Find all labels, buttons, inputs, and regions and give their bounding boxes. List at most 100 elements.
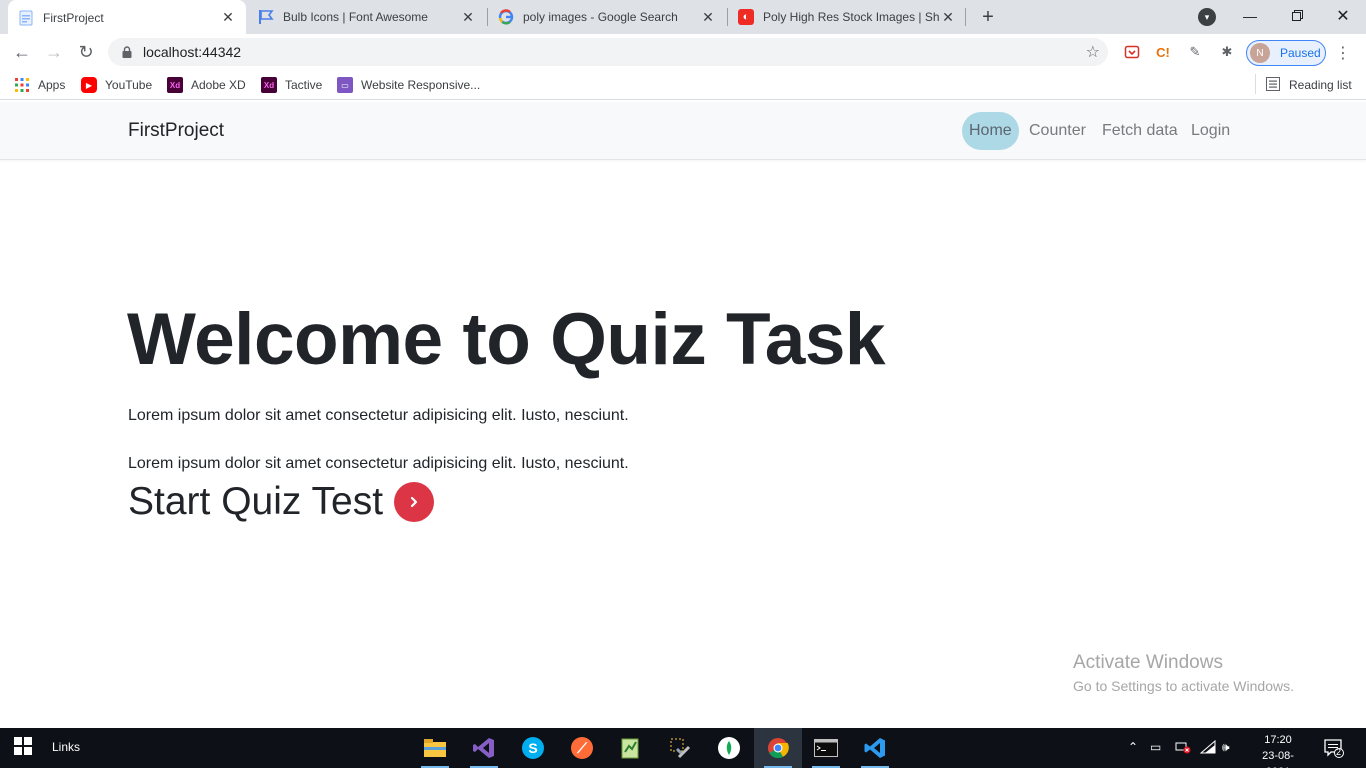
reading-list-button[interactable]: Reading list — [1266, 76, 1352, 94]
reading-list-label: Reading list — [1289, 78, 1352, 92]
chrome-icon[interactable] — [764, 734, 792, 768]
bookmark-label: YouTube — [105, 78, 153, 92]
tab-title: FirstProject — [43, 10, 104, 25]
profile-button[interactable]: N Paused — [1246, 40, 1326, 66]
wifi-icon[interactable] — [1199, 739, 1216, 757]
bookmark-website-responsive[interactable]: ▭ Website Responsive... — [337, 76, 480, 94]
address-text: localhost:44342 — [143, 44, 242, 60]
bookmark-apps[interactable]: Apps — [14, 76, 65, 94]
flag-icon — [258, 9, 274, 25]
vscode-icon[interactable] — [861, 734, 889, 768]
nav-counter[interactable]: Counter — [1022, 112, 1093, 150]
youtube-icon: ▶ — [81, 77, 97, 93]
forward-button[interactable]: → — [40, 38, 68, 66]
watermark-subtitle: Go to Settings to activate Windows. — [1073, 678, 1294, 694]
system-clock[interactable]: 17:20 23-08-2021 — [1252, 732, 1304, 768]
mongodb-compass-icon[interactable] — [715, 734, 743, 762]
notification-center-button[interactable]: 2 — [1324, 738, 1344, 758]
page-content: FirstProject Home Counter Fetch data Log… — [0, 102, 1366, 728]
minimize-button[interactable]: — — [1227, 0, 1273, 32]
reload-button[interactable]: ↻ — [72, 38, 100, 66]
close-icon: ✕ — [1336, 8, 1350, 25]
clock-date: 23-08-2021 — [1262, 750, 1294, 768]
tab-title: Bulb Icons | Font Awesome — [283, 10, 428, 24]
windows-start-button[interactable] — [0, 728, 46, 768]
close-icon[interactable]: ✕ — [220, 9, 236, 26]
close-window-button[interactable]: ✕ — [1320, 0, 1366, 32]
file-explorer-icon[interactable] — [421, 734, 449, 768]
build-tools-icon[interactable] — [666, 734, 694, 762]
document-icon — [18, 10, 34, 26]
adobe-xd-icon: Xd — [167, 77, 183, 93]
close-icon[interactable]: ✕ — [940, 9, 956, 25]
postman-icon[interactable]: ⟋ — [568, 734, 596, 762]
tab-poly-stock[interactable]: ◐ Poly High Res Stock Images | Shu ✕ — [728, 0, 966, 34]
activate-windows-watermark: Activate Windows Go to Settings to activ… — [1073, 652, 1294, 694]
divider — [1255, 74, 1256, 94]
new-tab-button[interactable]: + — [976, 5, 1000, 29]
apps-grid-icon — [14, 77, 30, 93]
chevron-right-icon — [409, 492, 419, 513]
page-title: Welcome to Quiz Task — [127, 299, 886, 380]
start-quiz: Start Quiz Test — [128, 480, 435, 524]
restore-button[interactable] — [1274, 0, 1320, 32]
nav-home[interactable]: Home — [962, 112, 1019, 150]
skype-icon[interactable]: S — [519, 734, 547, 762]
visual-studio-icon[interactable] — [470, 734, 498, 768]
watermark-title: Activate Windows — [1073, 652, 1223, 673]
tab-title: Poly High Res Stock Images | Shu — [763, 10, 940, 24]
reload-icon: ↻ — [78, 41, 94, 62]
colorzilla-extension-icon[interactable]: C! — [1153, 42, 1173, 62]
nav-fetch-data[interactable]: Fetch data — [1095, 112, 1185, 150]
bookmark-label: Apps — [38, 78, 66, 92]
tab-title: poly images - Google Search — [523, 10, 678, 24]
start-quiz-button[interactable] — [394, 482, 435, 522]
puzzle-extensions-icon[interactable]: ✱ — [1217, 42, 1237, 62]
bookmark-star-icon[interactable]: ☆ — [1086, 42, 1100, 62]
pocket-extension-icon[interactable] — [1122, 42, 1142, 62]
minimize-icon: — — [1243, 8, 1257, 24]
chevron-up-icon[interactable]: ⌃ — [1128, 740, 1138, 754]
windows-logo-icon — [14, 736, 32, 760]
network-error-icon[interactable] — [1175, 740, 1191, 757]
tab-divider — [965, 8, 966, 26]
battery-icon[interactable]: ▭ — [1150, 740, 1161, 754]
eyedropper-extension-icon[interactable]: ✎ — [1185, 42, 1205, 62]
bookmark-youtube[interactable]: ▶ YouTube — [81, 76, 152, 94]
close-icon[interactable]: ✕ — [460, 9, 476, 25]
links-toolbar[interactable]: Links — [52, 740, 80, 754]
arrow-right-icon: → — [45, 41, 63, 62]
address-bar[interactable]: localhost:44342 ☆ — [108, 38, 1108, 66]
tab-poly-images[interactable]: poly images - Google Search ✕ — [488, 0, 726, 34]
back-button[interactable]: ← — [8, 38, 36, 66]
close-icon[interactable]: ✕ — [700, 9, 716, 25]
bookmark-adobe-xd[interactable]: Xd Adobe XD — [167, 76, 246, 94]
shutterstock-icon: ◐ — [738, 9, 754, 25]
intro-paragraph: Lorem ipsum dolor sit amet consectetur a… — [128, 455, 629, 472]
intro-paragraph: Lorem ipsum dolor sit amet consectetur a… — [128, 407, 629, 424]
notification-count: 2 — [1336, 747, 1342, 757]
bookmark-label: Adobe XD — [191, 78, 246, 92]
arrow-left-icon: ← — [13, 41, 31, 62]
tab-strip: FirstProject ✕ Bulb Icons | Font Awesome… — [0, 0, 1366, 35]
bookmark-label: Website Responsive... — [361, 78, 481, 92]
browser-menu-icon[interactable]: ⋮ — [1335, 42, 1351, 64]
reading-list-icon — [1266, 76, 1280, 94]
notepad-plus-icon[interactable] — [617, 734, 645, 762]
clock-time: 17:20 — [1264, 734, 1292, 746]
tab-firstproject[interactable]: FirstProject ✕ — [8, 0, 246, 35]
bookmark-tactive[interactable]: Xd Tactive — [261, 76, 322, 94]
avatar: N — [1250, 43, 1270, 63]
nav-login[interactable]: Login — [1184, 112, 1237, 150]
tab-search-icon[interactable]: ▾ — [1198, 8, 1216, 26]
volume-icon[interactable]: 🕪 — [1222, 740, 1230, 755]
brand-link[interactable]: FirstProject — [128, 120, 224, 142]
bookmark-label: Tactive — [285, 78, 323, 92]
start-quiz-label: Start Quiz Test — [128, 480, 384, 523]
tab-bulb-icons[interactable]: Bulb Icons | Font Awesome ✕ — [248, 0, 486, 34]
google-icon — [498, 9, 514, 25]
responsive-icon: ▭ — [337, 77, 353, 93]
profile-status: Paused — [1280, 46, 1321, 60]
app-navbar: FirstProject Home Counter Fetch data Log… — [0, 102, 1366, 160]
terminal-icon[interactable] — [812, 734, 840, 768]
